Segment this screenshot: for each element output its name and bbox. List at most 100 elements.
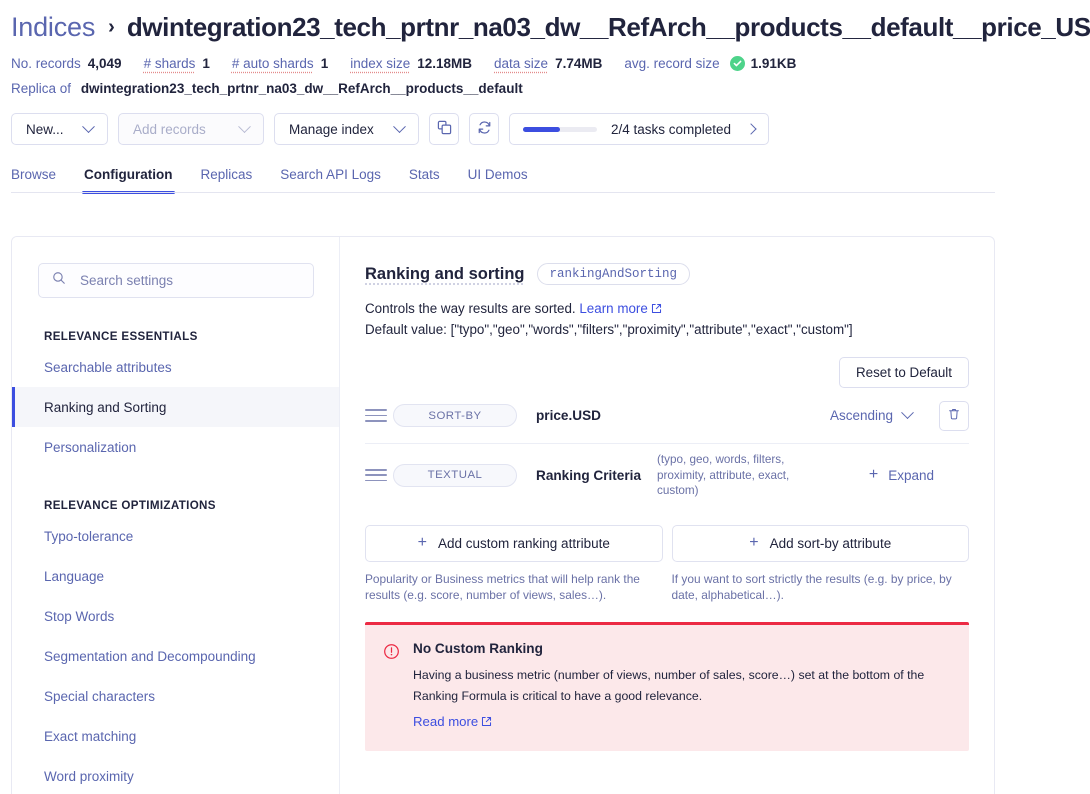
expand-ranking-criteria-button[interactable]: + Expand [869, 467, 934, 483]
manage-index-label: Manage index [289, 122, 374, 137]
sidebar-item-special-characters[interactable]: Special characters [12, 676, 339, 716]
sidebar-item-ranking-and-sorting[interactable]: Ranking and Sorting [12, 387, 339, 427]
stat-value: 12.18MB [417, 56, 472, 71]
replica-source-name: dwintegration23_tech_prtnr_na03_dw__RefA… [81, 81, 523, 96]
search-icon [52, 271, 66, 290]
tab-configuration[interactable]: Configuration [70, 167, 186, 193]
panel-setting-key: rankingAndSorting [537, 263, 691, 285]
stat-value: 4,049 [88, 56, 122, 71]
tasks-progress-bar [523, 127, 597, 132]
manage-index-button[interactable]: Manage index [274, 113, 419, 145]
add-custom-ranking-attribute-button[interactable]: + Add custom ranking attribute [365, 525, 663, 562]
chevron-down-icon [393, 120, 406, 133]
sidebar-item-segmentation-and-decompounding[interactable]: Segmentation and Decompounding [12, 636, 339, 676]
index-configuration-page: Indices › dwintegration23_tech_prtnr_na0… [0, 0, 1090, 794]
sidebar-item-personalization[interactable]: Personalization [12, 427, 339, 467]
new-button-label: New... [26, 122, 64, 137]
tab-stats[interactable]: Stats [395, 167, 454, 193]
settings-sidebar: RELEVANCE ESSENTIALS Searchable attribut… [12, 237, 340, 794]
trash-icon [947, 407, 961, 424]
learn-more-link[interactable]: Learn more [579, 301, 647, 316]
stat-value: 7.74MB [555, 56, 602, 71]
ranking-row-textual: TEXTUAL Ranking Criteria (typo, geo, wor… [365, 444, 969, 507]
stat-label: # auto shards [232, 56, 314, 71]
add-records-button[interactable]: Add records [118, 113, 264, 145]
chevron-down-icon [901, 406, 914, 419]
sort-order-select[interactable]: Ascending [830, 408, 912, 423]
breadcrumb-indices-link[interactable]: Indices [11, 12, 95, 43]
ranking-criteria-list: (typo, geo, words, filters, proximity, a… [657, 452, 817, 499]
drag-handle-icon[interactable] [365, 469, 387, 481]
plus-icon: + [418, 535, 427, 551]
stat-avg-record-size: avg. record size 1.91KB [624, 56, 796, 71]
chevron-down-icon [238, 120, 251, 133]
panel-description-text: Controls the way results are sorted. [365, 301, 576, 316]
sidebar-item-stop-words[interactable]: Stop Words [12, 596, 339, 636]
reset-row: Reset to Default [365, 357, 969, 388]
stat-data-size: data size 7.74MB [494, 56, 602, 71]
tasks-progress-button[interactable]: 2/4 tasks completed [509, 113, 769, 145]
ranking-row-attribute: price.USD [536, 408, 601, 423]
chevron-down-icon [82, 120, 95, 133]
sidebar-item-language[interactable]: Language [12, 556, 339, 596]
add-sort-by-attribute-button[interactable]: + Add sort-by attribute [672, 525, 970, 562]
stat-value: 1 [321, 56, 329, 71]
add-sort-by-label: Add sort-by attribute [770, 536, 892, 551]
ranking-row-tag: TEXTUAL [393, 464, 517, 487]
stat-label: index size [350, 56, 410, 71]
stat-value: 1.91KB [751, 56, 797, 71]
add-custom-ranking-label: Add custom ranking attribute [438, 536, 610, 551]
panel-description: Controls the way results are sorted. Lea… [365, 299, 969, 340]
settings-detail-panel: Ranking and sorting rankingAndSorting Co… [340, 237, 994, 794]
chevron-right-icon [745, 123, 756, 134]
breadcrumb-separator-icon: › [108, 16, 115, 39]
sidebar-item-exact-matching[interactable]: Exact matching [12, 716, 339, 756]
sidebar-item-searchable-attributes[interactable]: Searchable attributes [12, 347, 339, 387]
search-settings-box[interactable] [38, 263, 314, 298]
ranking-row-tag: SORT-BY [393, 404, 517, 427]
alert-error-icon [383, 643, 400, 731]
sort-order-value: Ascending [830, 408, 893, 423]
new-button[interactable]: New... [11, 113, 108, 145]
stat-index-size: index size 12.18MB [350, 56, 472, 71]
add-sort-by-help: If you want to sort strictly the results… [672, 571, 970, 603]
replica-of-row: Replica of dwintegration23_tech_prtnr_na… [0, 71, 1090, 96]
tab-replicas[interactable]: Replicas [187, 167, 267, 193]
panel-title: Ranking and sorting [365, 265, 525, 284]
plus-icon: + [869, 467, 878, 483]
stat-label: # shards [144, 56, 196, 71]
stat-label: avg. record size [624, 56, 719, 71]
alert-body: Having a business metric (number of view… [413, 665, 951, 707]
reset-to-default-button[interactable]: Reset to Default [839, 357, 969, 388]
breadcrumb: Indices › dwintegration23_tech_prtnr_na0… [0, 0, 1090, 44]
add-records-label: Add records [133, 122, 206, 137]
ranking-row-sort-by: SORT-BY price.USD Ascending [365, 388, 969, 444]
tab-search-api-logs[interactable]: Search API Logs [266, 167, 395, 193]
sidebar-group-relevance-optimizations: RELEVANCE OPTIMIZATIONS [12, 499, 339, 512]
copy-index-button[interactable] [429, 113, 459, 145]
sidebar-item-typo-tolerance[interactable]: Typo-tolerance [12, 516, 339, 556]
tab-ui-demos[interactable]: UI Demos [454, 167, 542, 193]
ranking-row-attribute: Ranking Criteria [536, 468, 641, 483]
external-link-icon [481, 715, 492, 730]
no-custom-ranking-alert: No Custom Ranking Having a business metr… [365, 622, 969, 751]
add-custom-ranking-col: + Add custom ranking attribute Popularit… [365, 525, 663, 603]
sidebar-item-word-proximity[interactable]: Word proximity [12, 756, 339, 794]
tab-browse[interactable]: Browse [11, 167, 70, 193]
search-settings-wrap [12, 237, 339, 298]
check-icon [730, 56, 745, 71]
alert-read-more-link[interactable]: Read more [413, 714, 492, 730]
expand-label: Expand [888, 468, 934, 483]
plus-icon: + [749, 535, 758, 551]
tab-divider [11, 192, 995, 193]
delete-sort-by-button[interactable] [939, 401, 969, 431]
external-link-icon [651, 300, 662, 320]
add-sort-by-col: + Add sort-by attribute If you want to s… [672, 525, 970, 603]
stat-value: 1 [202, 56, 210, 71]
refresh-button[interactable] [469, 113, 499, 145]
index-stats-row: No. records 4,049 # shards 1 # auto shar… [0, 44, 1090, 71]
search-settings-input[interactable] [78, 272, 300, 289]
drag-handle-icon[interactable] [365, 409, 387, 421]
sidebar-group-relevance-essentials: RELEVANCE ESSENTIALS [12, 330, 339, 343]
stat-no-records: No. records 4,049 [11, 56, 122, 71]
